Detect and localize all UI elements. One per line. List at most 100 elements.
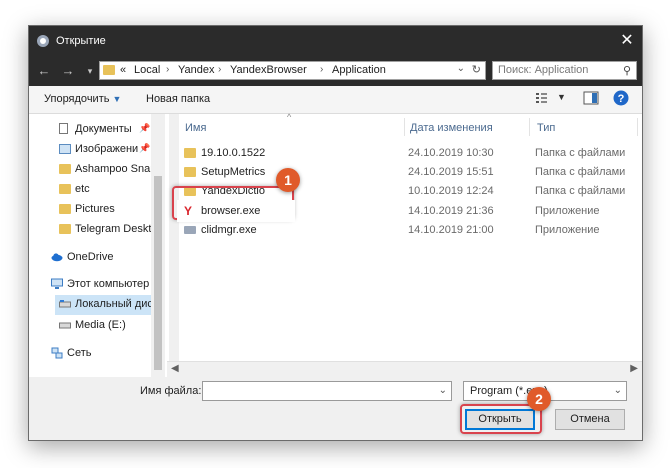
address-bar[interactable]: « Local › Yandex › YandexBrowser › Appli… xyxy=(99,61,486,80)
pin-icon: 📌 xyxy=(139,123,151,133)
sidebar-item-label: Этот компьютер xyxy=(67,278,150,290)
sidebar-scroll-thumb[interactable] xyxy=(154,176,162,370)
step-badge-1: 1 xyxy=(276,168,300,192)
file-name: browser.exe xyxy=(201,205,261,217)
sidebar-item-label: Локальный дис xyxy=(75,298,153,310)
forward-button[interactable]: → xyxy=(59,62,77,80)
sidebar-item-label: Pictures xyxy=(75,203,115,215)
breadcrumb-yandex[interactable]: Yandex xyxy=(178,64,215,76)
close-button[interactable]: ✕ xyxy=(612,26,642,56)
caret-down-icon: ▼ xyxy=(112,94,122,104)
file-type: Приложение xyxy=(535,224,600,236)
sidebar-item-label: Media (E:) xyxy=(75,319,126,331)
sidebar-scrollbar[interactable] xyxy=(151,114,165,377)
open-file-dialog: Открытие ✕ ← → ▾ « Local › Yandex › Yand… xyxy=(28,25,643,441)
back-button[interactable]: ← xyxy=(35,62,53,80)
sidebar-item-documents[interactable]: Документы 📌 xyxy=(59,120,151,140)
preview-pane-icon[interactable] xyxy=(583,91,599,105)
file-date: 24.10.2019 15:51 xyxy=(408,166,494,178)
new-folder-button[interactable]: Новая папка xyxy=(146,93,210,105)
column-divider[interactable] xyxy=(637,118,638,136)
organize-menu-button[interactable]: Упорядочить ▼ xyxy=(44,93,121,105)
file-name: 19.10.0.1522 xyxy=(201,147,266,159)
file-row[interactable]: 19.10.0.1522 24.10.2019 10:30 Папка с фа… xyxy=(179,144,642,163)
arrow-right-icon: → xyxy=(61,63,75,78)
sidebar-item-label: Ashampoo Snap xyxy=(75,163,157,175)
folder-icon xyxy=(184,167,196,177)
sidebar-item-local-disk[interactable]: Локальный дис xyxy=(55,295,153,315)
search-placeholder: Поиск: Application xyxy=(498,64,589,76)
view-options-icon[interactable] xyxy=(535,91,553,105)
computer-icon xyxy=(51,278,63,289)
scroll-right-icon[interactable]: ▶ xyxy=(630,363,638,374)
column-divider[interactable] xyxy=(529,118,530,136)
highlight-open-button xyxy=(460,404,542,434)
refresh-icon[interactable]: ↻ xyxy=(472,63,481,76)
file-date: 24.10.2019 10:30 xyxy=(408,147,494,159)
column-header-name[interactable]: Имя xyxy=(185,122,206,134)
dialog-footer: Имя файла: ⌄ Program (*.exe) ⌄ Открыть О… xyxy=(29,377,642,440)
sidebar-item-this-pc[interactable]: Этот компьютер xyxy=(51,275,151,295)
cancel-button[interactable]: Отмена xyxy=(555,409,625,430)
breadcrumb-local[interactable]: Local xyxy=(134,64,160,76)
filename-input[interactable]: ⌄ xyxy=(202,381,452,401)
scroll-left-icon[interactable]: ◀ xyxy=(171,363,179,374)
sidebar-item-media[interactable]: Media (E:) xyxy=(59,316,151,336)
sidebar-item-ashampoo[interactable]: Ashampoo Snap xyxy=(59,160,156,180)
svg-text:?: ? xyxy=(618,93,625,105)
recent-locations-button[interactable]: ▾ xyxy=(81,62,99,80)
search-box[interactable]: Поиск: Application ⚲ xyxy=(492,61,637,80)
chevron-right-icon[interactable]: › xyxy=(320,64,323,75)
file-type: Папка с файлами xyxy=(535,166,626,178)
step-badge-2: 2 xyxy=(527,387,551,411)
file-row-browser[interactable]: Y browser.exe 14.10.2019 21:36 Приложени… xyxy=(177,200,642,222)
address-dropdown-icon[interactable]: ⌄ xyxy=(457,63,465,74)
file-type: Приложение xyxy=(535,205,600,217)
sidebar-item-etc[interactable]: etc xyxy=(59,180,151,200)
chevron-right-icon[interactable]: › xyxy=(166,64,169,75)
breadcrumb-application[interactable]: Application xyxy=(332,64,386,76)
file-row[interactable]: clidmgr.exe 14.10.2019 21:00 Приложение xyxy=(179,221,642,240)
title-bar: Открытие ✕ xyxy=(29,26,642,56)
command-toolbar: Упорядочить ▼ Новая папка ▼ ? xyxy=(29,86,642,114)
chevron-down-icon[interactable]: ⌄ xyxy=(439,385,447,396)
file-name: clidmgr.exe xyxy=(201,224,257,236)
folder-icon xyxy=(103,65,115,75)
folder-icon xyxy=(59,184,71,194)
chevron-down-icon[interactable]: ⌄ xyxy=(614,385,622,396)
sidebar-item-label: OneDrive xyxy=(67,251,114,263)
arrow-left-icon: ← xyxy=(37,63,51,78)
sidebar-item-label: Сеть xyxy=(67,347,92,359)
sidebar-item-label: etc xyxy=(75,183,90,195)
horizontal-scrollbar[interactable]: ◀ ▶ xyxy=(167,361,642,378)
search-icon[interactable]: ⚲ xyxy=(623,64,631,77)
drive-icon xyxy=(59,322,71,329)
help-icon[interactable]: ? xyxy=(613,90,629,106)
sidebar-item-network[interactable]: Сеть xyxy=(51,344,151,364)
sidebar-item-onedrive[interactable]: OneDrive xyxy=(51,248,151,268)
chevron-right-icon[interactable]: › xyxy=(218,64,221,75)
file-type: Папка с файлами xyxy=(535,147,626,159)
folder-icon xyxy=(184,148,196,158)
sidebar-item-pictures[interactable]: Pictures xyxy=(59,200,151,220)
column-header-date[interactable]: Дата изменения xyxy=(410,122,493,134)
file-list: Имя ^ Дата изменения Тип 19.10.0.1522 24… xyxy=(177,112,642,377)
yandex-app-icon xyxy=(37,35,49,47)
pin-icon: 📌 xyxy=(139,143,151,153)
chevron-down-icon: ▾ xyxy=(87,66,93,76)
yandex-browser-icon: Y xyxy=(184,204,193,218)
sidebar-item-images[interactable]: Изображени 📌 xyxy=(59,140,151,160)
sort-ascending-icon: ^ xyxy=(287,112,292,122)
close-icon: ✕ xyxy=(620,32,634,49)
file-date: 10.10.2019 12:24 xyxy=(408,185,494,197)
column-divider[interactable] xyxy=(404,118,405,136)
image-icon xyxy=(59,144,71,154)
column-header-type[interactable]: Тип xyxy=(537,122,555,134)
breadcrumb-overflow[interactable]: « xyxy=(120,64,126,76)
sidebar-item-telegram[interactable]: Telegram Deskto xyxy=(59,220,151,240)
folder-icon xyxy=(59,224,71,234)
file-row[interactable]: SetupMetrics 24.10.2019 15:51 Папка с фа… xyxy=(179,163,642,182)
breadcrumb-yandexbrowser[interactable]: YandexBrowser xyxy=(230,64,307,76)
cloud-icon xyxy=(51,253,63,262)
view-dropdown-icon[interactable]: ▼ xyxy=(557,92,566,102)
